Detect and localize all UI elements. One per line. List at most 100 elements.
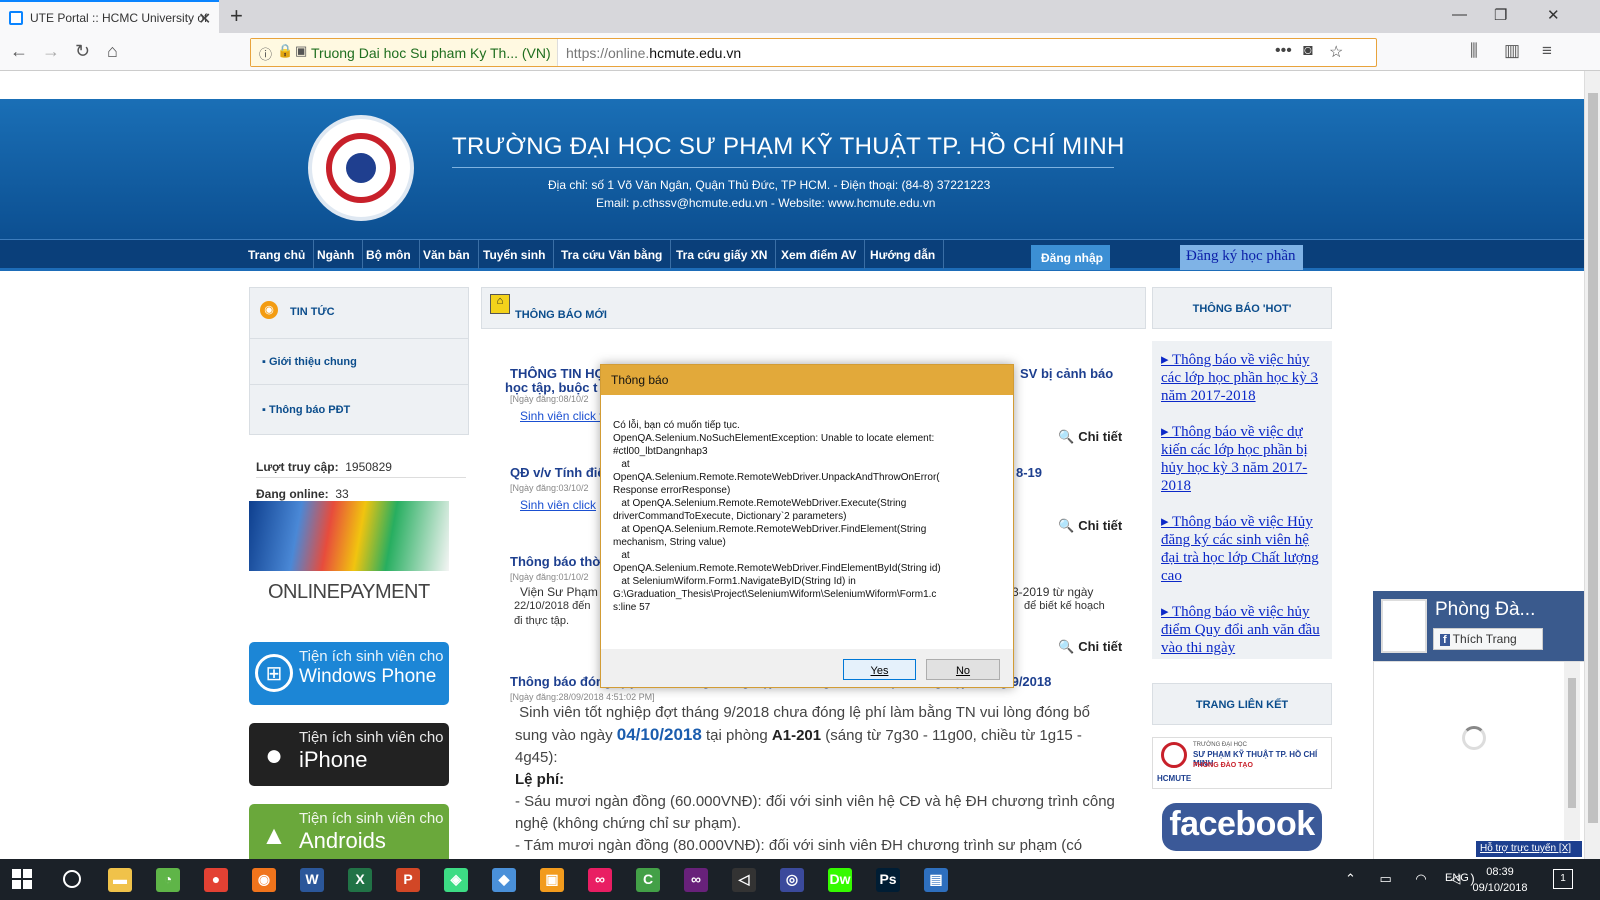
input-language[interactable]: ENG: [1445, 872, 1469, 884]
android-app-banner[interactable]: ▲ Tiện ích sinh viên cho Androids: [249, 804, 449, 859]
start-button[interactable]: [12, 869, 32, 889]
hot-news-header: THÔNG BÁO 'HOT': [1152, 287, 1332, 329]
hot-news-item[interactable]: ▸ Thông báo về việc Hủy đăng ký các sinh…: [1161, 513, 1325, 585]
article-title[interactable]: Thông báo thờ: [510, 554, 602, 569]
page-scrollbar[interactable]: [1584, 71, 1600, 859]
dreamweaver-icon[interactable]: Dw: [828, 868, 852, 892]
library-icon[interactable]: ⫼: [1470, 41, 1478, 61]
close-window-button[interactable]: ✕: [1547, 6, 1560, 24]
yes-button[interactable]: Yes: [843, 659, 916, 680]
app-circle-icon[interactable]: ◎: [780, 868, 804, 892]
url-domain: hcmute.edu.vn: [649, 45, 742, 61]
link-gioi-thieu-chung[interactable]: ▪ Giới thiệu chung: [262, 356, 357, 368]
menu-item-tuyen-sinh[interactable]: Tuyển sinh: [475, 240, 555, 269]
article-link[interactable]: Sinh viên click v: [520, 409, 605, 423]
forward-icon[interactable]: →: [42, 41, 60, 62]
page-actions-icon[interactable]: •••: [1275, 42, 1292, 60]
file-explorer-icon[interactable]: ▬: [108, 868, 132, 892]
new-tab-button[interactable]: +: [230, 3, 243, 29]
facebook-like-button[interactable]: f Thích Trang: [1433, 628, 1543, 650]
android-studio-icon[interactable]: ◈: [444, 868, 468, 892]
menu-item-nganh[interactable]: Ngành: [309, 240, 364, 269]
close-tab-icon[interactable]: ✕: [198, 9, 211, 29]
windows-phone-app-banner[interactable]: ⊞ Tiện ích sinh viên cho Windows Phone: [249, 642, 449, 705]
url-bar[interactable]: ⓘ 🔒 ▣ Truong Dai hoc Su pham Ky Th... (V…: [250, 38, 1377, 67]
browser-tab[interactable]: UTE Portal :: HCMC University of ✕: [0, 0, 219, 33]
menu-icon[interactable]: ≡: [1542, 41, 1552, 61]
windows-form-icon[interactable]: ▤: [924, 868, 948, 892]
chrome-icon[interactable]: ●: [204, 868, 228, 892]
identity-icon: ▣: [295, 43, 308, 58]
article-title[interactable]: THÔNG TIN HỌC: [510, 366, 614, 381]
article-text: để biết kế hoạch: [1024, 600, 1105, 612]
menu-item-van-ban[interactable]: Văn bản: [415, 240, 479, 269]
virtualbox-icon[interactable]: ◆: [492, 868, 516, 892]
site-header: TRƯỜNG ĐẠI HỌC SƯ PHẠM KỸ THUẬT TP. HỒ C…: [0, 99, 1584, 239]
page-scrollbar-thumb[interactable]: [1588, 93, 1598, 823]
facebook-banner[interactable]: facebook: [1162, 803, 1322, 851]
facebook-page-widget[interactable]: Phòng Đà... f Thích Trang: [1373, 591, 1584, 661]
hot-news-item[interactable]: ▸ Thông báo về việc hủy điểm Quy đổi anh…: [1161, 603, 1325, 657]
dialog-title[interactable]: Thông báo: [601, 365, 1013, 395]
payment-cards-image[interactable]: [249, 501, 449, 571]
excel-icon[interactable]: X: [348, 868, 372, 892]
word-icon[interactable]: W: [300, 868, 324, 892]
article-title[interactable]: QĐ v/v Tính điể: [510, 465, 605, 480]
visual-studio-icon[interactable]: ∞: [684, 868, 708, 892]
url-text[interactable]: https://online.hcmute.edu.vn: [566, 45, 741, 61]
article-title-tail[interactable]: 8-19: [1016, 465, 1042, 480]
bookmark-star-icon[interactable]: ☆: [1329, 42, 1343, 62]
back-icon[interactable]: ←: [10, 41, 28, 62]
iphone-app-banner[interactable]: ● Tiện ích sinh viên cho iPhone: [249, 723, 449, 786]
minimize-button[interactable]: —: [1452, 6, 1467, 23]
taskbar-clock[interactable]: 08:39 09/10/2018: [1470, 864, 1530, 896]
unity-icon[interactable]: ◁: [732, 868, 756, 892]
hot-news-list: ▸ Thông báo về việc hủy các lớp học phần…: [1152, 341, 1332, 659]
article-title-line2[interactable]: học tập, buộc t: [505, 380, 597, 395]
app-pink-icon[interactable]: ∞: [588, 868, 612, 892]
notification-center-icon[interactable]: 1: [1553, 869, 1573, 889]
register-courses-button[interactable]: Đăng ký học phần: [1180, 245, 1303, 270]
search-icon[interactable]: [63, 870, 81, 888]
link-thong-bao-pdt[interactable]: ▪ Thông báo PĐT: [262, 404, 350, 416]
news-panel: ◉ TIN TỨC ▪ Giới thiệu chung ▪ Thông báo…: [249, 287, 469, 435]
powerpoint-icon[interactable]: P: [396, 868, 420, 892]
app-green-icon[interactable]: ◔: [156, 868, 180, 892]
training-office-banner[interactable]: TRƯỜNG ĐẠI HỌC SƯ PHẠM KỸ THUẬT TP. HỒ C…: [1152, 737, 1332, 789]
menu-item-bo-mon[interactable]: Bộ môn: [358, 240, 420, 269]
reload-icon[interactable]: ↻: [75, 41, 90, 62]
menu-item-home[interactable]: Trang chủ: [240, 240, 315, 269]
detail-link[interactable]: 🔍 Chi tiết: [1058, 639, 1126, 655]
hot-news-item[interactable]: ▸ Thông báo về việc dự kiến các lớp học …: [1161, 423, 1325, 495]
restore-button[interactable]: ❐: [1494, 6, 1507, 24]
no-button[interactable]: No: [926, 659, 1000, 680]
home-icon[interactable]: ⌂: [107, 41, 118, 62]
info-icon[interactable]: ⓘ: [259, 44, 272, 63]
url-prefix: https://online.: [566, 45, 650, 61]
article-date: [Ngày đăng:03/10/2: [510, 483, 589, 493]
detail-link[interactable]: 🔍 Chi tiết: [1058, 429, 1126, 445]
login-button[interactable]: Đăng nhập: [1031, 245, 1110, 270]
camtasia-icon[interactable]: C: [636, 868, 660, 892]
facebook-feed-scrollbar[interactable]: [1564, 662, 1580, 840]
online-payment-banner[interactable]: ONLINEPAYMENT: [268, 581, 430, 604]
sidebar-icon[interactable]: ▥: [1504, 41, 1520, 61]
favicon-icon: [9, 11, 23, 25]
detail-link[interactable]: 🔍 Chi tiết: [1058, 518, 1126, 534]
photoshop-icon[interactable]: Ps: [876, 868, 900, 892]
online-support-link[interactable]: Hỗ trợ trực tuyến [X]: [1476, 841, 1582, 857]
sublime-icon[interactable]: ▣: [540, 868, 564, 892]
menu-item-xem-diem-av[interactable]: Xem điểm AV: [773, 240, 866, 269]
menu-item-tra-cuu-giay-xn[interactable]: Tra cứu giấy XN: [668, 240, 777, 269]
site-identity[interactable]: ⓘ 🔒 ▣ Truong Dai hoc Su pham Ky Th... (V…: [251, 39, 558, 66]
article-title-tail[interactable]: SV bị cảnh báo: [1020, 366, 1113, 381]
pocket-icon[interactable]: ◙: [1303, 42, 1313, 60]
menu-item-huong-dan[interactable]: Hướng dẫn: [862, 240, 945, 269]
lock-icon: 🔒: [277, 43, 294, 58]
facebook-f-icon: f: [1440, 634, 1450, 646]
hot-news-item[interactable]: ▸ Thông báo về việc hủy các lớp học phần…: [1161, 351, 1325, 405]
article-link[interactable]: Sinh viên click: [520, 498, 596, 512]
menu-item-tra-cuu-van-bang[interactable]: Tra cứu Văn bằng: [553, 240, 672, 269]
firefox-icon[interactable]: ◉: [252, 868, 276, 892]
facebook-page-name[interactable]: Phòng Đà...: [1435, 599, 1535, 621]
